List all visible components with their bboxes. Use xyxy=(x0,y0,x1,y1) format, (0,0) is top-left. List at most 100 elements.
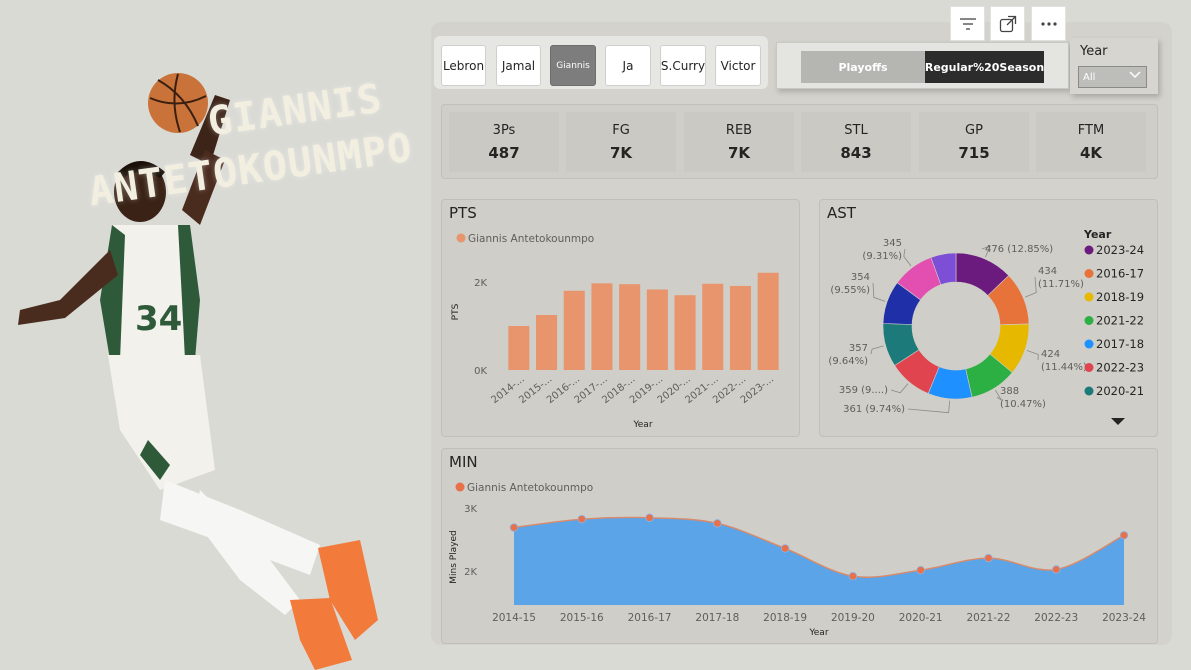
year-dropdown[interactable]: All xyxy=(1078,66,1147,88)
x-tick-label: 2019-20 xyxy=(831,612,875,624)
y-tick-label: 2K xyxy=(474,278,487,289)
x-tick-label: 2020-21 xyxy=(899,612,943,624)
kpi-value: 7K xyxy=(609,144,633,162)
data-point xyxy=(848,572,858,581)
data-label: 357 xyxy=(849,343,868,354)
data-label: 345 xyxy=(883,238,902,249)
kpi-value: 7K xyxy=(727,144,751,162)
kpi-value: 843 xyxy=(840,144,872,162)
kpi-card-gp: GP 715 xyxy=(919,112,1029,172)
focus-mode-button[interactable] xyxy=(990,6,1025,41)
x-tick-label: 2018-19 xyxy=(763,612,807,624)
data-label: (9.55%) xyxy=(830,285,870,296)
kpi-value: 487 xyxy=(488,144,520,162)
x-tick-label: 2014-15 xyxy=(492,612,536,624)
legend-marker xyxy=(1084,269,1094,278)
y-axis-title: PTS xyxy=(451,303,461,320)
data-point xyxy=(984,553,993,563)
kpi-label: FTM xyxy=(1077,123,1105,138)
data-point xyxy=(713,519,722,528)
data-label: 361 (9.74%) xyxy=(843,404,905,415)
bar xyxy=(757,272,779,370)
legend-label: 2022-23 xyxy=(1096,361,1144,375)
area-fill xyxy=(514,517,1124,605)
legend-label: 2018-19 xyxy=(1096,290,1144,304)
legend-marker xyxy=(1084,339,1094,349)
legend-label: Giannis Antetokounmpo xyxy=(468,233,594,245)
legend-scroll-down-icon xyxy=(1111,418,1125,425)
data-label: (11.44%) xyxy=(1041,362,1087,373)
player-button-ja[interactable]: Ja xyxy=(605,45,651,86)
year-filter: Year All xyxy=(1070,38,1158,94)
data-label-leader xyxy=(1026,350,1039,361)
player-button-jamal[interactable]: Jamal xyxy=(496,45,541,86)
data-label: (9.64%) xyxy=(828,356,868,367)
season-regular-button[interactable]: Regular%20Season xyxy=(925,51,1044,83)
y-tick-label: 3K xyxy=(464,504,477,515)
min-chart-panel: MIN Giannis Antetokounmpo Mins Played 3K 2K… xyxy=(441,448,1158,644)
legend-label: Giannis Antetokounmpo xyxy=(467,482,593,494)
kpi-card-reb: REB 7K xyxy=(684,112,794,172)
year-filter-label: Year xyxy=(1080,44,1108,59)
year-dropdown-value: All xyxy=(1083,72,1096,83)
filter-button[interactable] xyxy=(950,6,985,41)
kpi-card-stl: STL 843 xyxy=(801,112,911,172)
player-button-giannis[interactable]: Giannis xyxy=(550,45,596,86)
kpi-value: 715 xyxy=(958,144,990,162)
data-point xyxy=(780,544,790,553)
bar xyxy=(563,290,585,370)
kpi-value: 4K xyxy=(1079,144,1103,162)
pts-bar-chart[interactable]: Giannis AntetokounmpoPTS0K2K2014-...2015… xyxy=(442,200,799,436)
x-tick-label: 2022-23 xyxy=(1034,612,1078,624)
x-tick-label: 2023-24 xyxy=(1102,612,1146,624)
data-label-leader xyxy=(907,400,951,414)
data-label: 354 xyxy=(851,272,870,283)
legend-marker xyxy=(455,482,465,492)
data-point xyxy=(645,513,654,522)
player-button-victor[interactable]: Victor xyxy=(715,45,761,86)
season-playoffs-button[interactable]: Playoffs xyxy=(801,51,925,83)
data-label: 434 xyxy=(1038,266,1057,277)
player-hero-image: 34 GIANNIS ANTETOKOUNMPO xyxy=(0,0,440,670)
data-label: 359 (9....) xyxy=(839,385,888,396)
data-label-leader xyxy=(870,345,884,355)
kpi-cards: 3Ps 487 FG 7K REB 7K STL 843 GP 715 FTM … xyxy=(441,104,1158,179)
legend-marker xyxy=(1084,292,1094,302)
data-label: 388 xyxy=(1000,386,1019,397)
bar xyxy=(619,284,641,370)
legend-marker xyxy=(456,233,466,243)
data-point xyxy=(916,565,925,575)
ast-donut-chart[interactable]: 476 (12.85%) 434 (11.71%) 424 (11.44%) 388 (10… xyxy=(820,200,1157,436)
data-point xyxy=(1052,565,1061,574)
data-label: 476 (12.85%) xyxy=(985,244,1053,255)
data-point xyxy=(509,523,519,532)
legend-marker xyxy=(1084,245,1094,255)
kpi-card-ftm: FTM 4K xyxy=(1036,112,1146,172)
data-label: 424 xyxy=(1041,349,1060,360)
x-axis-title: Year xyxy=(808,628,828,638)
data-label-leader xyxy=(890,383,909,394)
player-button-scurry[interactable]: S.Curry xyxy=(660,45,706,86)
bar xyxy=(729,285,751,370)
pts-chart-panel: PTS Giannis Antetokounmpo PTS 0K 2K 2014-...… xyxy=(441,199,800,437)
bar xyxy=(508,326,530,370)
legend-label: 2016-17 xyxy=(1096,267,1144,281)
legend-label: 2021-22 xyxy=(1096,314,1144,328)
legend-marker xyxy=(1084,386,1094,396)
more-options-button[interactable] xyxy=(1031,6,1066,41)
x-axis-title: Year xyxy=(632,420,652,430)
x-tick-label: 2021-22 xyxy=(967,612,1011,624)
x-tick-label: 2017-18 xyxy=(695,612,739,624)
y-tick-label: 0K xyxy=(474,366,487,377)
data-point xyxy=(577,514,586,524)
focus-mode-icon xyxy=(999,15,1016,32)
data-label: (11.71%) xyxy=(1038,279,1084,290)
legend-label: 2017-18 xyxy=(1096,337,1144,351)
kpi-label: 3Ps xyxy=(492,123,516,138)
ast-chart-panel: AST 476 (12.85%) 434 (11.71%) 424 (11.44%) 38… xyxy=(819,199,1158,437)
player-button-lebron[interactable]: Lebron xyxy=(441,45,486,86)
x-tick-label: 2016-17 xyxy=(628,612,672,624)
kpi-label: STL xyxy=(844,123,868,138)
min-area-chart[interactable]: Giannis Antetokounmpo Mins Played 3K 2K 2014… xyxy=(442,449,1157,643)
chevron-down-icon xyxy=(1129,71,1141,79)
